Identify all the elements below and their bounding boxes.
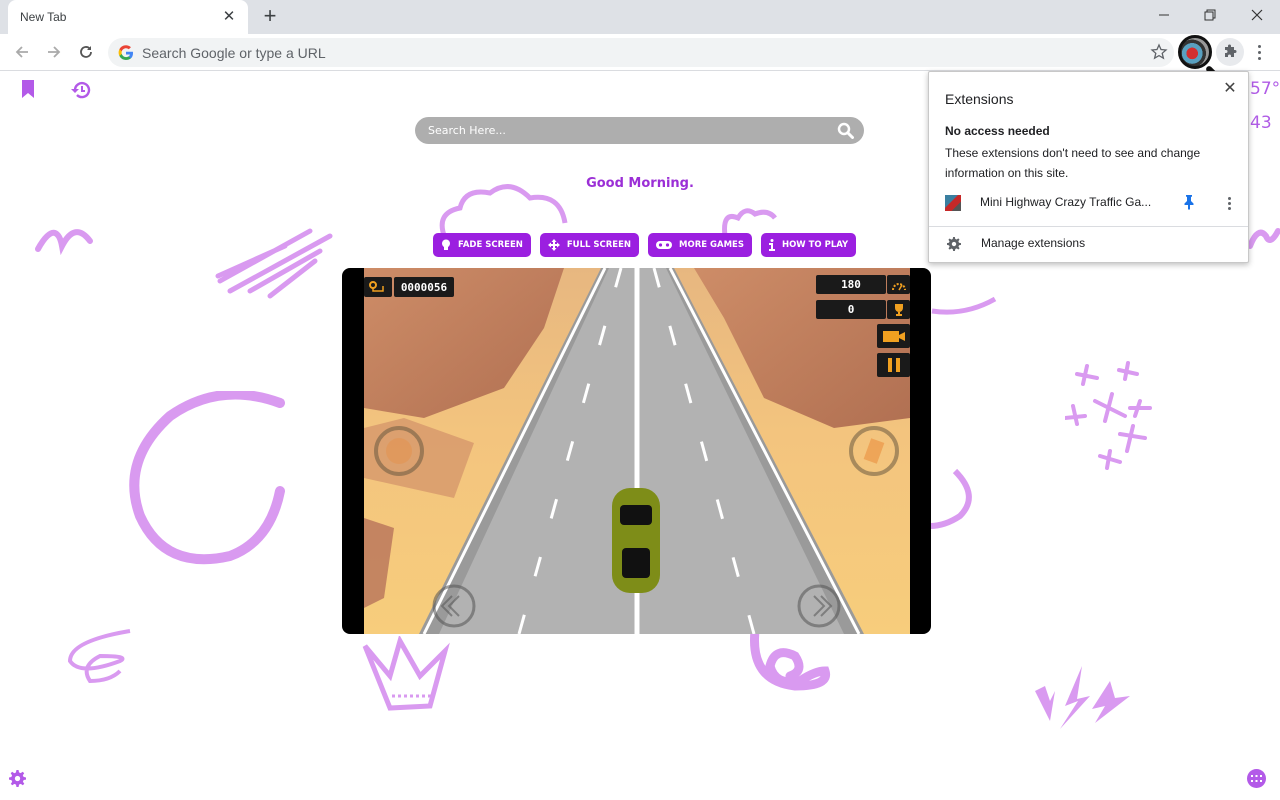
search-icon[interactable] xyxy=(837,122,854,139)
player-car xyxy=(612,488,660,593)
extension-more-icon[interactable] xyxy=(1221,194,1237,212)
info-icon xyxy=(768,239,775,251)
manage-extensions-button[interactable]: Manage extensions xyxy=(929,232,1248,260)
game-scene xyxy=(364,268,910,634)
extension-row[interactable]: Mini Highway Crazy Traffic Ga... xyxy=(929,191,1248,215)
puzzle-icon xyxy=(1225,44,1237,57)
fade-screen-button[interactable]: FADE SCREEN xyxy=(433,233,531,257)
star-icon[interactable] xyxy=(1150,43,1168,61)
full-screen-button[interactable]: FULL SCREEN xyxy=(539,233,640,257)
doodle-scribble xyxy=(215,228,333,299)
reload-button[interactable] xyxy=(72,38,100,66)
fade-screen-label: FADE SCREEN xyxy=(458,240,523,250)
close-icon[interactable]: ✕ xyxy=(220,8,238,26)
minimize-icon[interactable] xyxy=(1141,0,1187,30)
gamepad-icon xyxy=(656,241,673,249)
extension-name[interactable]: Mini Highway Crazy Traffic Ga... xyxy=(980,195,1151,209)
doodle-crescent xyxy=(129,391,285,565)
browser-menu-icon[interactable] xyxy=(1250,38,1268,66)
pin-icon[interactable] xyxy=(1182,194,1196,210)
extensions-popup: Extensions ✕ No access needed These exte… xyxy=(928,71,1249,263)
weather-temperature: 57° xyxy=(1250,79,1280,99)
gear-icon xyxy=(947,237,961,251)
page-search-input[interactable] xyxy=(428,124,828,137)
forward-button[interactable] xyxy=(40,38,68,66)
game-canvas[interactable]: 0000056 180 0 xyxy=(364,268,910,634)
google-icon xyxy=(118,44,133,60)
plus-icon[interactable]: + xyxy=(258,5,282,28)
doodle-sparkles xyxy=(1065,361,1152,470)
restore-icon[interactable] xyxy=(1187,0,1233,30)
tab-title: New Tab xyxy=(20,10,67,24)
speedometer-icon xyxy=(887,275,910,294)
weather-secondary: 43 xyxy=(1250,113,1272,133)
settings-gear-icon[interactable] xyxy=(9,770,26,787)
manage-extensions-label: Manage extensions xyxy=(981,236,1086,250)
doodle-arc xyxy=(930,468,972,529)
pause-button[interactable] xyxy=(877,353,910,377)
doodle-coil xyxy=(67,629,131,684)
doodle-lightning xyxy=(1035,666,1130,729)
extension-magnifier-icon[interactable] xyxy=(1178,35,1225,85)
arrow-right-icon xyxy=(48,46,61,58)
distance-counter: 0000056 xyxy=(394,277,454,297)
tab-strip: New Tab ✕ + xyxy=(0,0,1280,34)
full-screen-label: FULL SCREEN xyxy=(566,240,632,250)
doodle-crown xyxy=(362,636,450,711)
doodle-swoosh xyxy=(931,296,997,315)
browser-toolbar xyxy=(0,34,1280,85)
doodle-loop xyxy=(750,626,831,691)
how-to-play-button[interactable]: HOW TO PLAY xyxy=(760,233,857,257)
move-arrows-icon xyxy=(547,239,560,251)
reload-icon xyxy=(80,46,92,58)
how-to-play-label: HOW TO PLAY xyxy=(781,240,849,250)
more-games-button[interactable]: MORE GAMES xyxy=(648,233,752,257)
game-actions: FADE SCREEN FULL SCREEN MORE GAMES HOW T… xyxy=(433,233,857,257)
speed-counter: 180 xyxy=(816,275,886,294)
popup-close-icon[interactable]: ✕ xyxy=(1220,79,1240,99)
section-title: No access needed xyxy=(945,124,1050,138)
back-button[interactable] xyxy=(8,38,36,66)
apps-grid-button[interactable] xyxy=(1247,769,1266,788)
page-search-bar[interactable] xyxy=(415,117,864,144)
tab-new-tab[interactable]: New Tab ✕ xyxy=(8,0,248,34)
popup-title: Extensions xyxy=(945,91,1014,107)
route-icon xyxy=(364,277,392,297)
lightbulb-icon xyxy=(442,239,450,250)
bookmark-icon[interactable] xyxy=(20,80,36,98)
camera-switch-button[interactable] xyxy=(877,324,910,348)
section-description: These extensions don't need to see and c… xyxy=(945,146,1201,180)
more-games-label: MORE GAMES xyxy=(679,240,744,250)
omnibox-input[interactable] xyxy=(142,44,1042,61)
score-counter: 0 xyxy=(816,300,886,319)
apps-grid-icon xyxy=(1251,774,1262,782)
trophy-icon xyxy=(887,300,910,319)
extension-thumbnail-icon xyxy=(945,195,961,211)
history-icon[interactable] xyxy=(71,80,91,100)
arrow-left-icon xyxy=(15,46,28,58)
doodle-squiggle xyxy=(35,229,93,256)
extensions-button[interactable] xyxy=(1216,38,1244,66)
omnibox[interactable] xyxy=(108,38,1174,67)
game-frame[interactable]: 0000056 180 0 xyxy=(342,268,931,634)
popup-divider xyxy=(929,226,1248,227)
window-close-icon[interactable] xyxy=(1234,0,1280,30)
doodle-squiggle-right xyxy=(1248,228,1280,249)
